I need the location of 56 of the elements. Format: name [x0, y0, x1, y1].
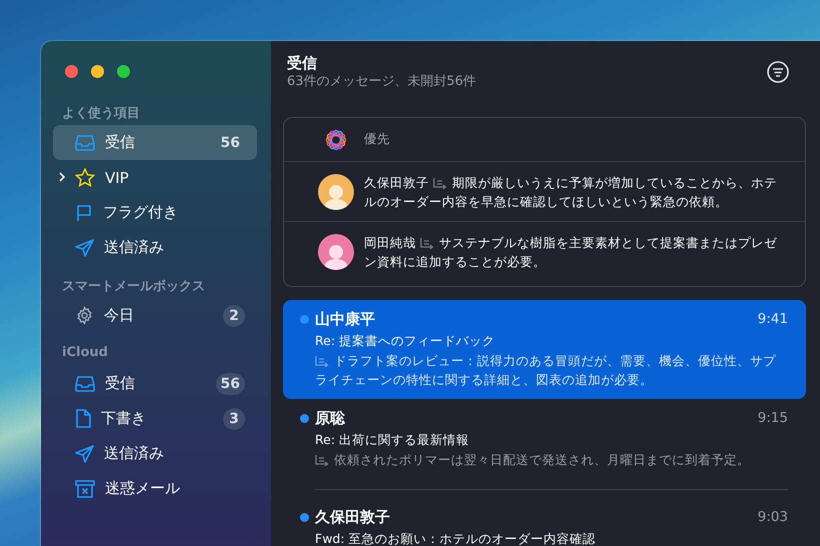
gear-icon [75, 306, 94, 325]
zoom-button[interactable] [117, 65, 130, 78]
filter-icon[interactable] [767, 61, 789, 83]
document-icon [75, 409, 91, 428]
summary-icon [432, 176, 448, 188]
summary-icon [420, 237, 435, 249]
unread-count: 3 [223, 408, 245, 430]
message-time: 9:03 [758, 509, 788, 525]
sidebar-item[interactable]: 迷惑メール [53, 471, 257, 506]
unread-count: 2 [223, 304, 245, 326]
sidebar-item[interactable]: 今日 2 [53, 298, 257, 333]
mailbox-subtitle: 63件のメッセージ、未開封56件 [287, 73, 476, 91]
section-heading: よく使う項目 [61, 105, 141, 123]
message-subject: Re: 提案書へのフィードバック [315, 332, 496, 350]
flag-icon [75, 204, 93, 222]
star-icon [75, 168, 95, 187]
message-subject: Fwd: 至急のお願い：ホテルのオーダー内容確認 [315, 530, 597, 546]
message-sender: 原聡 [315, 408, 345, 428]
unread-count: 56 [216, 372, 245, 394]
sparkle-ring-icon [325, 128, 347, 150]
priority-heading: 優先 [364, 131, 390, 148]
message-sender: 久保田敦子 [315, 508, 390, 526]
inbox-icon [75, 376, 95, 392]
priority-message[interactable]: 岡田純哉 サステナブルな樹脂を主要素材として提案書またはプレゼン資料に追加することが必要。 [284, 222, 805, 282]
sidebar-item[interactable]: VIP [53, 160, 257, 195]
paper-plane-icon [75, 238, 94, 256]
priority-summary: 久保田敦子 期限が厳しいうえに予算が増加していることから、ホテルのオーダー内容を早急に確認してほしいという緊急の依頼。 [364, 174, 778, 210]
sidebar-item[interactable]: 下書き 3 [53, 401, 257, 436]
section-heading: スマートメールボックス [61, 278, 206, 296]
message-sender: 山中康平 [315, 310, 375, 328]
message-subject: Re: 出荷に関する最新情報 [315, 431, 470, 449]
message-row[interactable]: 原聡 9:15 Re: 出荷に関する最新情報 依頼されたポリマーは翌々日配送で発送され、月曜日までに到着予定。 [283, 399, 806, 498]
minimize-button[interactable] [91, 65, 104, 78]
inbox-icon [75, 134, 95, 150]
message-time: 9:41 [758, 311, 788, 327]
message-summary: 依頼されたポリマーは翌々日配送で発送され、月曜日までに到着予定。 [315, 450, 788, 469]
sidebar-item[interactable]: 受信 56 [53, 125, 257, 160]
sidebar-item[interactable]: フラグ付き [53, 195, 257, 230]
summary-icon [315, 454, 330, 466]
close-button[interactable] [65, 65, 78, 78]
priority-message[interactable]: 久保田敦子 期限が厳しいうえに予算が増加していることから、ホテルのオーダー内容を早急に確認してほしいという緊急の依頼。 [284, 162, 805, 222]
message-row[interactable]: 山中康平 9:41 Re: 提案書へのフィードバック ドラフト案のレビュー：説得力のある冒頭だが、需要、機会、優位性、サプライチェーンの特性に関する詳細と、図表の追加が必要。 [283, 300, 806, 399]
priority-summary: 岡田純哉 サステナブルな樹脂を主要素材として提案書またはプレゼン資料に追加することが必要。 [364, 234, 778, 271]
message-time: 9:15 [758, 410, 788, 426]
sidebar-item[interactable]: 送信済み [53, 230, 257, 265]
mailbox-title: 受信 [287, 53, 318, 73]
junk-box-icon [75, 480, 95, 498]
unread-count: 56 [220, 134, 241, 152]
paper-plane-icon [75, 444, 94, 462]
message-row[interactable]: 久保田敦子 9:03 Fwd: 至急のお願い：ホテルのオーダー内容確認 [283, 498, 806, 546]
chevron-icon[interactable] [57, 172, 67, 182]
summary-icon [315, 355, 330, 367]
sidebar-item[interactable]: 受信 56 [53, 366, 257, 401]
message-summary: ドラフト案のレビュー：説得力のある冒頭だが、需要、機会、優位性、サプライチェーンの特性に関する詳細と、図表の追加が必要。 [315, 352, 777, 389]
sidebar-item[interactable]: 送信済み [53, 436, 257, 471]
section-heading: iCloud [61, 345, 109, 362]
